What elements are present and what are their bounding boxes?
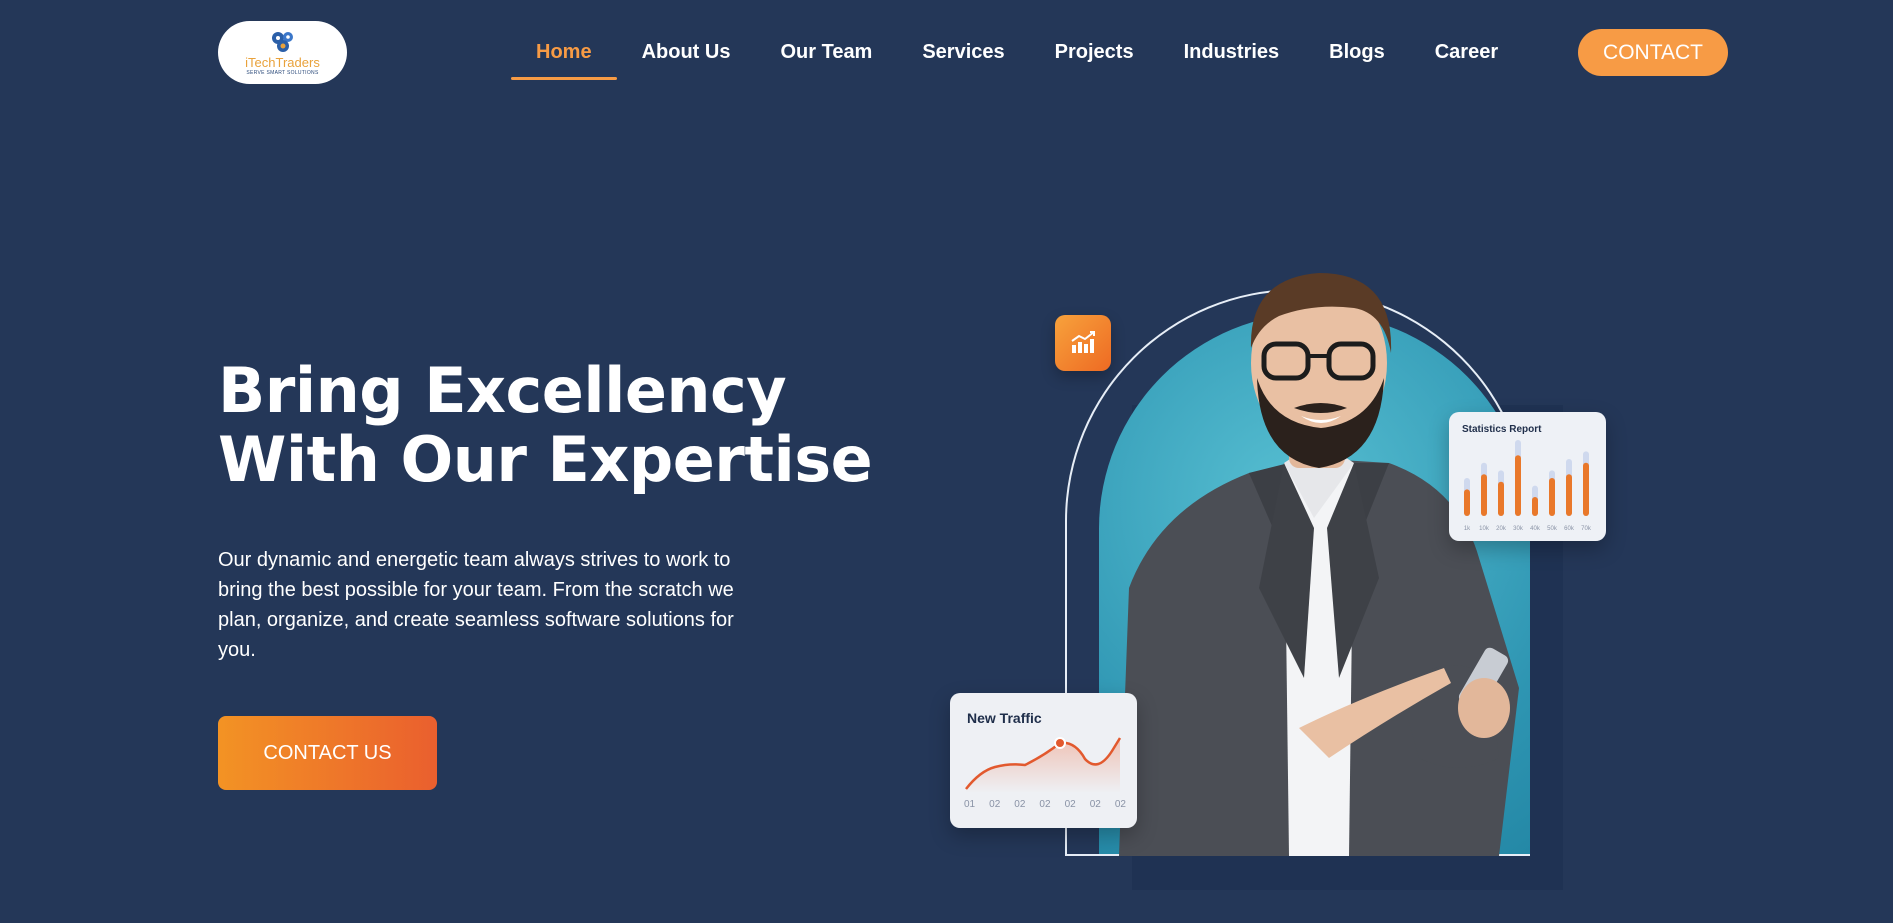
hero-description: Our dynamic and energetic team always st… xyxy=(218,549,734,661)
stat-bar xyxy=(1481,474,1487,516)
nav-about-us[interactable]: About Us xyxy=(617,40,756,80)
stat-bar-label: 1k xyxy=(1464,526,1471,532)
stat-bar xyxy=(1566,474,1572,516)
stat-bar-label: 60k xyxy=(1564,526,1575,532)
stat-bar-label: 40k xyxy=(1530,526,1541,532)
traffic-label: 02 xyxy=(1114,799,1126,810)
nav-services[interactable]: Services xyxy=(897,40,1029,80)
stat-bar-label: 10k xyxy=(1479,526,1490,532)
logo-gear-icon xyxy=(271,31,293,52)
new-traffic-card: New Traffic 01 02 02 02 02 02 02 xyxy=(950,693,1137,828)
stat-bar-label: 50k xyxy=(1547,526,1558,532)
traffic-label: 02 xyxy=(1039,799,1051,810)
nav-career[interactable]: Career xyxy=(1410,40,1523,80)
hero-title: Bring Excellency With Our Expertise xyxy=(218,354,873,496)
statistics-bar-chart: 1k 10k 20k 30k 40k 50k 60k 70k xyxy=(1464,440,1592,532)
nav-projects[interactable]: Projects xyxy=(1030,40,1159,80)
nav-industries[interactable]: Industries xyxy=(1159,40,1305,80)
stat-bar xyxy=(1515,455,1521,516)
traffic-label: 02 xyxy=(1014,799,1026,810)
chart-growth-icon xyxy=(1055,315,1111,371)
logo-tagline: SERVE SMART SOLUTIONS xyxy=(246,69,319,76)
businessman-image xyxy=(1119,273,1519,856)
logo-name: iTechTraders xyxy=(245,54,320,70)
traffic-x-labels: 01 02 02 02 02 02 02 xyxy=(964,799,1126,810)
nav-our-team[interactable]: Our Team xyxy=(755,40,897,80)
traffic-label: 02 xyxy=(989,799,1001,810)
stat-bar xyxy=(1532,497,1538,516)
nav-blogs[interactable]: Blogs xyxy=(1304,40,1410,80)
stat-bar xyxy=(1583,462,1589,516)
stat-bar xyxy=(1498,481,1504,516)
contact-button[interactable]: CONTACT xyxy=(1578,29,1728,76)
stat-bar-label: 30k xyxy=(1513,526,1524,532)
nav-home[interactable]: Home xyxy=(511,40,617,80)
traffic-label: 01 xyxy=(964,799,976,810)
stat-bar-label: 20k xyxy=(1496,526,1507,532)
traffic-label: 02 xyxy=(1089,799,1101,810)
main-nav: Home About Us Our Team Services Projects… xyxy=(511,40,1523,84)
stat-bar xyxy=(1464,489,1470,516)
traffic-label: 02 xyxy=(1064,799,1076,810)
stat-bar-label: 70k xyxy=(1581,526,1592,532)
stat-bar xyxy=(1549,478,1555,516)
logo[interactable]: iTechTraders SERVE SMART SOLUTIONS xyxy=(218,21,347,84)
contact-us-button[interactable]: CONTACT US xyxy=(218,716,437,790)
statistics-report-card: Statistics Report 1k 10k 20k 30k 40k 50k 60k 70… xyxy=(1449,412,1606,541)
